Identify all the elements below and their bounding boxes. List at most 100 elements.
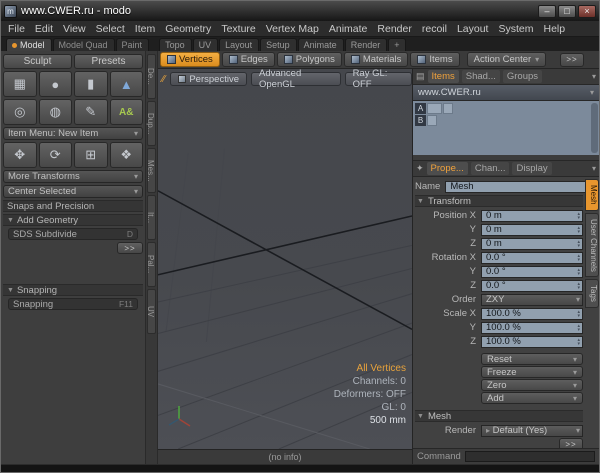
stepper-arrows-icon[interactable]: ▴▾ bbox=[577, 268, 580, 276]
stepper-arrows-icon[interactable]: ▴▾ bbox=[577, 240, 580, 248]
stepper-arrows-icon[interactable]: ▴▾ bbox=[577, 324, 580, 332]
transform-section-header[interactable]: ▼ Transform bbox=[415, 195, 583, 207]
tab-display[interactable]: Display bbox=[512, 162, 551, 175]
scene-selector-dropdown[interactable]: www.CWER.ru ▾ bbox=[413, 85, 599, 101]
capsule-tool-button[interactable]: ◍ bbox=[39, 99, 73, 125]
tab-items-list[interactable]: Items bbox=[428, 70, 459, 83]
item-list[interactable]: A B bbox=[413, 101, 599, 155]
text-tool-button[interactable]: A& bbox=[110, 99, 144, 125]
side-tab-tags[interactable]: Tags bbox=[585, 279, 599, 308]
stepper-arrows-icon[interactable]: ▴▾ bbox=[577, 338, 580, 346]
menu-help[interactable]: Help bbox=[539, 23, 571, 35]
stepper-arrows-icon[interactable]: ▴▾ bbox=[577, 254, 580, 262]
cube-tool-button[interactable]: ▦ bbox=[3, 71, 37, 97]
render-dropdown[interactable]: ▸ Default (Yes) ▾ bbox=[481, 425, 583, 437]
position-z-field[interactable]: 0 m ▴▾ bbox=[481, 238, 583, 250]
menu-file[interactable]: File bbox=[3, 23, 30, 35]
menu-system[interactable]: System bbox=[493, 23, 538, 35]
list-icon[interactable]: ▤ bbox=[416, 71, 425, 82]
scale-tool-button[interactable]: ⊞ bbox=[74, 142, 108, 168]
snaps-precision-header[interactable]: Snaps and Precision bbox=[3, 200, 143, 212]
tab-render[interactable]: Render bbox=[345, 38, 388, 51]
add-dropdown[interactable]: Add ▾ bbox=[481, 392, 583, 404]
tab-materials[interactable]: Materials bbox=[344, 52, 409, 67]
name-input[interactable] bbox=[445, 181, 587, 193]
properties-icon[interactable]: ✦ bbox=[416, 163, 424, 174]
tab-layout[interactable]: Layout bbox=[219, 38, 259, 51]
cylinder-tool-button[interactable]: ▮ bbox=[74, 71, 108, 97]
tab-model[interactable]: Model bbox=[6, 38, 52, 51]
rotation-x-field[interactable]: 0.0 ° ▴▾ bbox=[481, 252, 583, 264]
item-menu-dropdown[interactable]: Item Menu: New Item ▾ bbox=[3, 127, 143, 140]
menu-texture[interactable]: Texture bbox=[216, 23, 260, 35]
tab-topo[interactable]: Topo bbox=[159, 38, 192, 51]
list-cell[interactable] bbox=[427, 115, 437, 126]
freeze-dropdown[interactable]: Freeze ▾ bbox=[481, 366, 583, 378]
rotate-tool-button[interactable]: ⟳ bbox=[39, 142, 73, 168]
snapping-toggle[interactable]: Snapping F11 bbox=[8, 298, 138, 310]
menu-geometry[interactable]: Geometry bbox=[160, 23, 216, 35]
more-transforms-dropdown[interactable]: More Transforms ▾ bbox=[3, 170, 143, 183]
menu-select[interactable]: Select bbox=[91, 23, 130, 35]
vertical-tab-duplicate[interactable]: Dup... bbox=[147, 101, 156, 146]
tab-edges[interactable]: Edges bbox=[222, 52, 275, 67]
menu-animate[interactable]: Animate bbox=[324, 23, 373, 35]
tab-channels[interactable]: Chan... bbox=[471, 162, 510, 175]
tab-uv[interactable]: UV bbox=[193, 38, 219, 51]
tab-properties[interactable]: Prope... bbox=[427, 162, 468, 175]
item-list-scrollbar[interactable] bbox=[591, 103, 598, 153]
tab-shader-tree[interactable]: Shad... bbox=[462, 70, 500, 83]
vertical-tab-item[interactable]: It... bbox=[147, 195, 156, 240]
tab-vertices[interactable]: Vertices bbox=[160, 52, 220, 67]
pen-tool-button[interactable]: ✎ bbox=[74, 99, 108, 125]
vertical-tab-deform[interactable]: De... bbox=[147, 54, 156, 99]
title-bar[interactable]: m www.CWER.ru - modo – □ × bbox=[1, 1, 599, 21]
menu-recoil[interactable]: recoil bbox=[417, 23, 452, 35]
vertical-tab-uv[interactable]: UV bbox=[147, 289, 156, 334]
sphere-tool-button[interactable]: ● bbox=[39, 71, 73, 97]
vertical-tab-mesh[interactable]: Mes... bbox=[147, 148, 156, 193]
order-dropdown[interactable]: ZXY ▾ bbox=[481, 294, 583, 306]
panel-options-icon[interactable]: ▾ bbox=[592, 72, 596, 81]
menu-layout[interactable]: Layout bbox=[452, 23, 494, 35]
menu-item[interactable]: Item bbox=[130, 23, 160, 35]
sds-subdivide-button[interactable]: SDS Subdivide D bbox=[8, 228, 138, 240]
advanced-opengl-button[interactable]: Advanced OpenGL bbox=[251, 72, 341, 86]
scale-x-field[interactable]: 100.0 % ▴▾ bbox=[481, 308, 583, 320]
menu-view[interactable]: View bbox=[58, 23, 91, 35]
cone-tool-button[interactable]: ▲ bbox=[110, 71, 144, 97]
stepper-arrows-icon[interactable]: ▴▾ bbox=[577, 282, 580, 290]
tab-setup[interactable]: Setup bbox=[260, 38, 297, 51]
tab-polygons[interactable]: Polygons bbox=[277, 52, 342, 67]
rotation-y-field[interactable]: 0.0 ° ▴▾ bbox=[481, 266, 583, 278]
center-selected-dropdown[interactable]: Center Selected ▾ bbox=[3, 185, 143, 198]
minimize-button[interactable]: – bbox=[538, 5, 556, 18]
tab-paint[interactable]: Paint bbox=[116, 38, 150, 51]
header-expand-button[interactable]: >> bbox=[560, 53, 584, 67]
tab-animate[interactable]: Animate bbox=[298, 38, 344, 51]
panel-options-icon[interactable]: ▾ bbox=[592, 164, 596, 173]
item-list-row[interactable]: B bbox=[415, 115, 597, 126]
menu-render[interactable]: Render bbox=[372, 23, 416, 35]
add-geometry-header[interactable]: ▼ Add Geometry bbox=[3, 214, 143, 226]
torus-tool-button[interactable]: ◎ bbox=[3, 99, 37, 125]
maximize-button[interactable]: □ bbox=[558, 5, 576, 18]
properties-expand-button[interactable]: >> bbox=[559, 438, 583, 448]
mesh-section-header[interactable]: ▼ Mesh bbox=[415, 410, 583, 422]
rotation-z-field[interactable]: 0.0 ° ▴▾ bbox=[481, 280, 583, 292]
close-button[interactable]: × bbox=[578, 5, 596, 18]
presets-button[interactable]: Presets bbox=[74, 54, 143, 69]
list-cell[interactable] bbox=[427, 103, 442, 114]
position-x-field[interactable]: 0 m ▴▾ bbox=[481, 210, 583, 222]
sculpt-button[interactable]: Sculpt bbox=[3, 54, 72, 69]
stepper-arrows-icon[interactable]: ▴▾ bbox=[577, 310, 580, 318]
item-list-row[interactable]: A bbox=[415, 103, 597, 114]
stepper-arrows-icon[interactable]: ▴▾ bbox=[577, 226, 580, 234]
menu-vertex-map[interactable]: Vertex Map bbox=[261, 23, 324, 35]
perspective-button[interactable]: Perspective bbox=[170, 72, 247, 86]
tab-groups[interactable]: Groups bbox=[503, 70, 542, 83]
viewport-widget-icon[interactable]: ∕∕ bbox=[161, 74, 166, 85]
reset-dropdown[interactable]: Reset ▾ bbox=[481, 353, 583, 365]
snapping-section-header[interactable]: ▼ Snapping bbox=[3, 284, 143, 296]
transform-tools-button[interactable]: ❖ bbox=[110, 142, 144, 168]
